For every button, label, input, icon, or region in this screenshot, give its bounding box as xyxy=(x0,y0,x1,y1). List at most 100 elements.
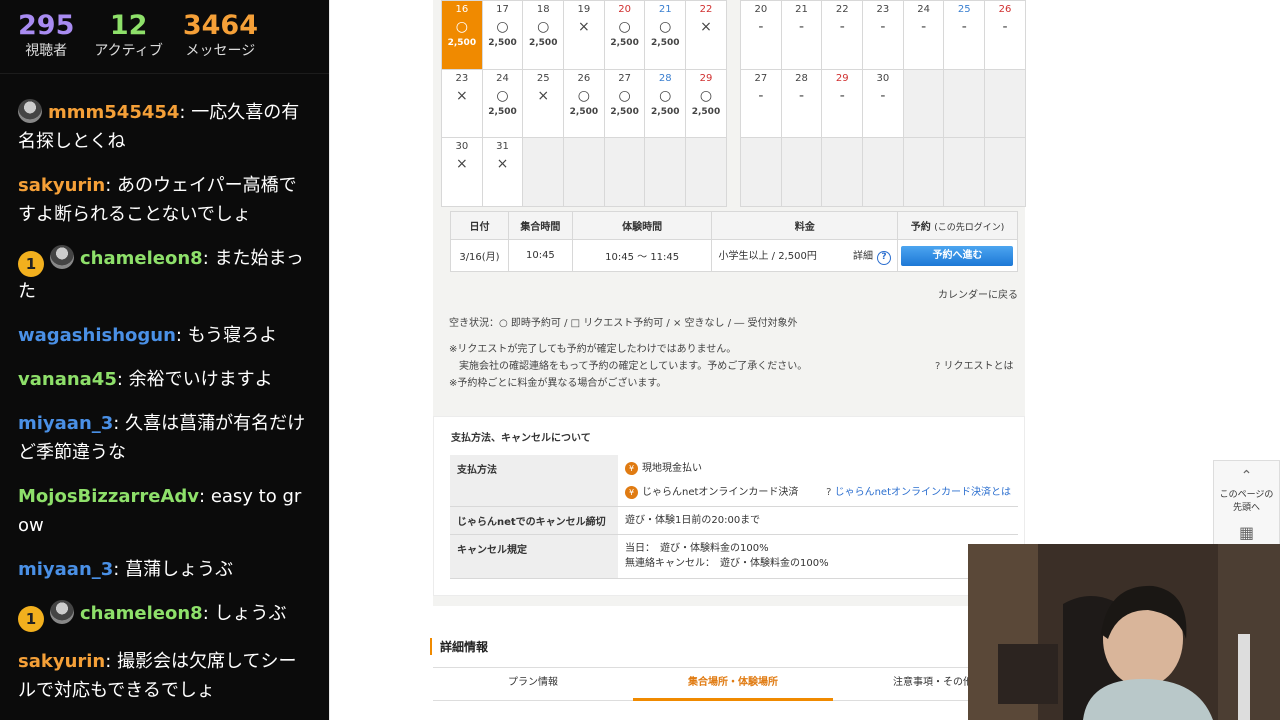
row-meet-time: 10:45 xyxy=(507,239,573,272)
calendar-day-cell[interactable]: 25 × xyxy=(523,69,565,138)
calendar-day-cell[interactable]: 29 - xyxy=(822,69,864,138)
day-number: 28 xyxy=(795,72,808,84)
calendar-day-cell[interactable]: 20 ○ 2,500 xyxy=(604,1,646,70)
chat-separator: : xyxy=(202,248,215,269)
availability-symbol: × xyxy=(700,19,712,35)
question-icon: ? xyxy=(935,361,941,372)
availability-symbol: ○ xyxy=(659,87,672,104)
calendar-day-cell[interactable]: 26 ○ 2,500 xyxy=(564,69,605,138)
day-price: 2,500 xyxy=(610,38,639,48)
day-number: 29 xyxy=(699,72,713,84)
calendar-day-cell[interactable]: 17 ○ 2,500 xyxy=(482,1,524,70)
table-row: じゃらんnetでのキャンセル締切 遊び・体験1日前の20:00まで xyxy=(450,506,1018,535)
chat-username[interactable]: wagashishogun xyxy=(18,325,176,346)
chat-username[interactable]: miyaan_3 xyxy=(18,559,113,580)
header-date: 日付 xyxy=(450,211,509,240)
day-number: 18 xyxy=(536,4,550,15)
row-reserve: 予約へ進む xyxy=(896,239,1019,272)
calendar-day-cell[interactable]: 30 - xyxy=(863,69,904,138)
cancel-policy-label: キャンセル規定 xyxy=(450,534,618,579)
day-price: 2,500 xyxy=(447,38,477,48)
calendar-day-cell[interactable]: 22 × xyxy=(686,1,727,70)
cancel-policy-line: 無連絡キャンセル： 遊び・体験料金の100% xyxy=(625,558,829,569)
calendar-day-cell[interactable]: 21 - xyxy=(781,1,823,70)
calendar-day-cell[interactable]: 23 × xyxy=(442,69,483,138)
back-to-calendar-link[interactable]: カレンダーに戻る xyxy=(938,286,1018,301)
calendar-day-cell[interactable]: 22 - xyxy=(822,1,864,70)
table-row: 3/16(月) 10:45 10:45 ～ 11:45 小学生以上 / 2,50… xyxy=(450,239,1019,272)
yen-icon: ¥ xyxy=(625,462,638,475)
request-info-link[interactable]: ? リクエストとは xyxy=(935,357,1014,372)
yen-icon: ¥ xyxy=(625,486,638,499)
chat-username[interactable]: vanana45 xyxy=(18,369,117,390)
chat-username[interactable]: MojosBizzarreAdv xyxy=(18,486,199,507)
calendar-day-cell[interactable]: 27 - xyxy=(741,69,782,138)
calendar-day-cell[interactable]: 24 ○ 2,500 xyxy=(482,69,524,138)
list-item: ¥ 現地現金払い xyxy=(625,461,1011,476)
chat-separator: : xyxy=(113,413,126,434)
chat-username[interactable]: miyaan_3 xyxy=(18,413,113,434)
day-number: 31 xyxy=(496,141,509,152)
day-number: 27 xyxy=(618,72,631,84)
day-number: 26 xyxy=(998,4,1012,15)
calendar-day-cell[interactable]: 27 ○ 2,500 xyxy=(604,69,646,138)
calendar-day-cell[interactable]: 29 ○ 2,500 xyxy=(686,69,727,138)
calendar-day-cell[interactable]: 28 - xyxy=(781,69,823,138)
calendar-day-cell[interactable]: 28 ○ 2,500 xyxy=(645,69,687,138)
calendar-day-cell[interactable]: 23 - xyxy=(863,1,904,70)
chat-username[interactable]: chameleon8 xyxy=(80,603,203,624)
chat-message: 1 chameleon8: また始まった xyxy=(18,244,311,306)
chat-text: 菖蒲しょうぶ xyxy=(125,559,234,580)
card-payment-info-link[interactable]: ? じゃらんnetオンラインカード決済とは xyxy=(826,485,1011,500)
stream-stats: 295 視聴者 12 アクティブ 3464 メッセージ xyxy=(0,0,329,74)
viewer-stat: 295 視聴者 xyxy=(18,10,74,73)
list-item: ¥ じゃらんnetオンラインカード決済 ? じゃらんnetオンラインカード決済とは xyxy=(625,485,1011,500)
chevron-up-icon: ⌃ xyxy=(1240,468,1253,484)
calendar-day-cell[interactable]: 19 × xyxy=(564,1,605,70)
back-to-top-button[interactable]: ⌃ このページの 先頭へ ▦ xyxy=(1213,460,1280,550)
calendar-day-cell[interactable]: 18 ○ 2,500 xyxy=(523,1,565,70)
day-number: 21 xyxy=(658,4,672,15)
tab-meeting-place[interactable]: 集合場所・体験場所 xyxy=(633,668,833,701)
chat-username[interactable]: sakyurin xyxy=(18,175,105,196)
calendar-day-cell xyxy=(822,138,864,207)
day-price: 2,500 xyxy=(569,106,599,117)
availability-symbol: - xyxy=(839,19,845,35)
calendar-day-cell[interactable]: 20 - xyxy=(741,1,782,70)
note-line: ※リクエストが完了しても予約が確定したわけではありません。 xyxy=(449,344,737,355)
calendar-day-cell[interactable]: 31 × xyxy=(482,138,524,207)
calendar-day-cell xyxy=(686,138,727,207)
payment-method-cash: 現地現金払い xyxy=(642,463,702,474)
calendar-day-cell[interactable]: 30 × xyxy=(442,138,483,207)
calendar-day-cell[interactable]: 21 ○ 2,500 xyxy=(645,1,687,70)
webcam-person-image xyxy=(968,544,1280,720)
chat-username[interactable]: chameleon8 xyxy=(80,248,203,269)
message-count: 3464 xyxy=(182,10,258,41)
detail-tabs: プラン情報 集合場所・体験場所 注意事項・その他 xyxy=(433,667,1033,701)
active-stat: 12 アクティブ xyxy=(94,10,162,73)
detail-link[interactable]: 詳細? xyxy=(853,247,891,265)
tab-plan-info[interactable]: プラン情報 xyxy=(433,668,633,701)
availability-symbol: ○ xyxy=(659,19,672,35)
calendar-april: 20 - 21 - 22 - 23 - 24 - 25 - 26 - 27 - 28 - 29 - 30 - xyxy=(740,0,1026,207)
back-to-top-line1: このページの xyxy=(1219,490,1274,500)
back-to-top-line2: 先頭へ xyxy=(1232,503,1260,513)
calendar-day-cell[interactable]: 16 ○ 2,500 xyxy=(442,1,483,70)
detail-info-heading: 詳細情報 xyxy=(430,638,488,655)
chat-username[interactable]: mmm545454 xyxy=(48,102,179,123)
calendar-day-cell[interactable]: 26 - xyxy=(985,1,1026,70)
availability-symbol: - xyxy=(799,19,805,35)
calendar-day-cell[interactable]: 24 - xyxy=(903,1,945,70)
chat-separator: : xyxy=(116,369,129,390)
calendar-day-cell xyxy=(604,138,646,207)
viewer-label: 視聴者 xyxy=(25,43,68,59)
chat-text: しょうぶ xyxy=(214,603,287,624)
chat-username[interactable]: sakyurin xyxy=(18,651,105,672)
avatar-icon xyxy=(50,245,74,269)
availability-symbol: × xyxy=(578,19,590,35)
day-number: 22 xyxy=(835,4,849,15)
payment-section-title: 支払方法、キャンセルについて xyxy=(451,433,591,444)
subscriber-badge-icon: 1 xyxy=(18,606,44,632)
calendar-day-cell[interactable]: 25 - xyxy=(944,1,986,70)
reserve-button[interactable]: 予約へ進む xyxy=(901,245,1014,266)
